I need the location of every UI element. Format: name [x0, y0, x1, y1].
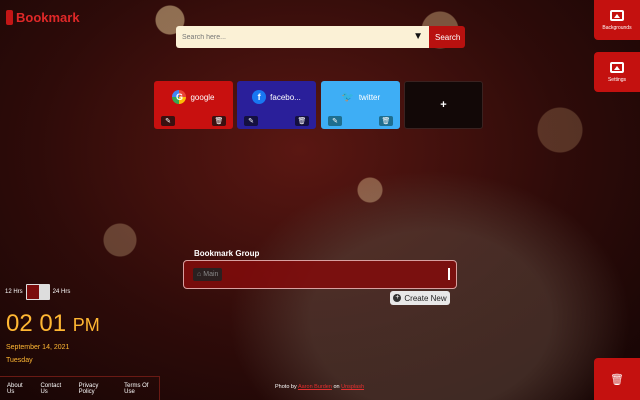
search-button[interactable]: Search — [429, 26, 465, 48]
delete-icon[interactable]: 🗑 — [295, 116, 309, 126]
add-bookmark-button[interactable]: + — [404, 81, 483, 129]
bookmark-group-select[interactable]: ⌂ Main — [183, 260, 457, 289]
settings-button[interactable]: Settings — [594, 52, 640, 92]
format-24-label: 24 Hrs — [52, 289, 71, 295]
format-toggle-switch[interactable] — [25, 284, 50, 300]
card-header: G google — [154, 90, 233, 104]
card-header: f facebo... — [237, 90, 316, 104]
clock-date: September 14, 2021 — [6, 344, 70, 351]
edit-icon[interactable]: ✎ — [161, 116, 175, 126]
clock-day: Tuesday — [6, 357, 33, 364]
google-logo-icon: G — [172, 90, 187, 104]
create-group-label: Create New — [404, 293, 447, 303]
edit-icon[interactable]: ✎ — [328, 116, 342, 126]
app-title: Bookmark — [16, 10, 80, 25]
credit-middle: on — [333, 384, 340, 390]
clock-ampm: PM — [72, 315, 100, 335]
group-tag-label: Main — [203, 271, 219, 278]
bookmark-group-title: Bookmark Group — [194, 249, 260, 258]
footer-links: About Us Contact Us Privacy Policy Terms… — [0, 376, 160, 400]
trash-icon: 🗑 — [610, 373, 624, 386]
delete-all-button[interactable]: 🗑 — [594, 358, 640, 400]
credit-author-link[interactable]: Aaron Burden — [298, 384, 332, 390]
search-input[interactable] — [176, 26, 429, 48]
app-logo: Bookmark — [6, 10, 80, 25]
footer-link-terms[interactable]: Terms Of Use — [124, 383, 159, 395]
credit-prefix: Photo by — [275, 384, 297, 390]
create-group-button[interactable]: + Create New — [390, 291, 450, 305]
group-tag-main[interactable]: ⌂ Main — [193, 268, 223, 281]
bookmark-card-facebook[interactable]: f facebo... ✎ 🗑 — [237, 81, 316, 129]
image-icon — [610, 9, 624, 21]
bookmark-card-google[interactable]: G google ✎ 🗑 — [154, 81, 233, 129]
home-icon: ⌂ — [197, 271, 202, 278]
facebook-logo-icon: f — [252, 90, 267, 104]
footer-link-contact[interactable]: Contact Us — [40, 383, 68, 395]
clock-hours-minutes: 02 01 — [6, 310, 67, 337]
photo-credit: Photo by Aaron Burden on Unsplash — [275, 384, 364, 390]
format-12-label: 12 Hrs — [5, 289, 23, 295]
bookmark-name: google — [190, 92, 215, 102]
clock-time: 02 01 PM — [6, 310, 100, 338]
backgrounds-label: Backgrounds — [602, 24, 632, 31]
settings-label: Settings — [607, 76, 627, 83]
delete-icon[interactable]: 🗑 — [379, 116, 393, 126]
twitter-logo-icon: 🐦 — [341, 91, 355, 103]
bookmark-card-twitter[interactable]: 🐦 twitter ✎ 🗑 — [321, 81, 400, 129]
footer-link-privacy[interactable]: Privacy Policy — [79, 383, 114, 395]
search-bar: ▼ Search — [176, 26, 465, 48]
image-icon — [610, 61, 624, 73]
edit-icon[interactable]: ✎ — [244, 116, 258, 126]
delete-icon[interactable]: 🗑 — [212, 116, 226, 126]
engine-dropdown-icon[interactable]: ▼ — [413, 31, 423, 42]
plus-circle-icon: + — [393, 294, 402, 302]
bookmark-name: facebo... — [270, 92, 301, 102]
toggle-knob — [26, 285, 39, 299]
backgrounds-button[interactable]: Backgrounds — [594, 0, 640, 40]
bookmark-name: twitter — [358, 92, 381, 102]
card-header: 🐦 twitter — [321, 90, 400, 104]
text-caret — [448, 268, 450, 280]
plus-icon: + — [440, 99, 447, 111]
credit-site-link[interactable]: Unsplash — [341, 384, 364, 390]
footer-link-about[interactable]: About Us — [7, 383, 30, 395]
bookmark-icon — [6, 10, 13, 25]
clock-format-toggle: 12 Hrs 24 Hrs — [5, 284, 70, 300]
